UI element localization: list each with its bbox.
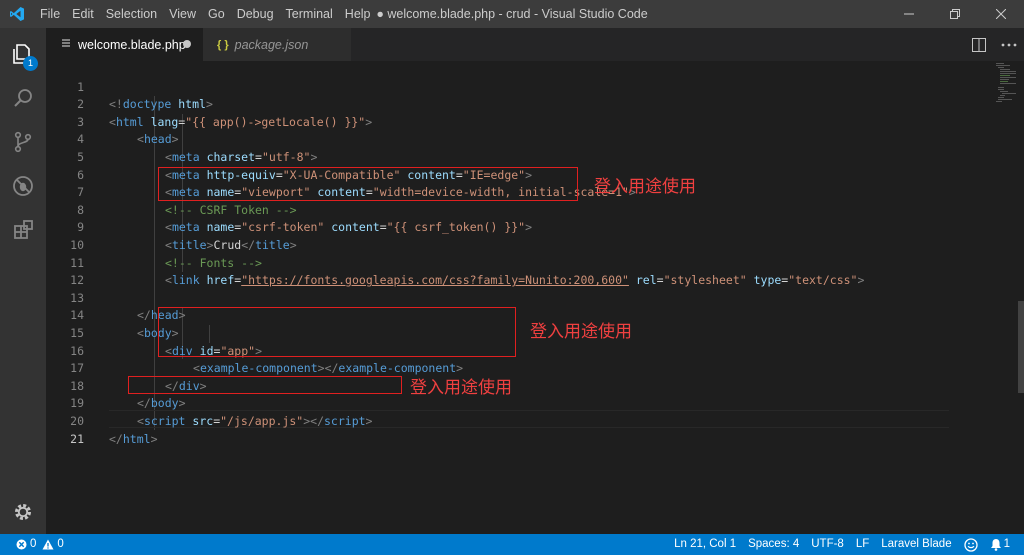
tab-welcome-blade[interactable]: welcome.blade.php — [46, 28, 203, 61]
annotation-label: 登入用途使用 — [530, 322, 632, 342]
error-count: 0 — [30, 538, 37, 550]
cursor-position[interactable]: Ln 21, Col 1 — [668, 534, 742, 555]
editor-actions — [964, 28, 1024, 61]
code-line: 20 </html> — [46, 395, 946, 446]
php-file-icon — [60, 37, 72, 52]
close-icon — [996, 9, 1006, 19]
language-mode[interactable]: Laravel Blade — [875, 534, 957, 555]
code-line: 4 <meta charset="utf-8"> — [46, 114, 946, 164]
gear-icon — [15, 504, 31, 520]
annotation-box-app — [158, 307, 516, 357]
menu-help[interactable]: Help — [339, 0, 377, 28]
debug-icon — [13, 176, 33, 196]
code-line: 21 — [46, 413, 946, 446]
activity-bar: 1 — [0, 28, 46, 534]
smiley-icon — [963, 537, 978, 552]
menu-view[interactable]: View — [163, 0, 202, 28]
activity-source-control[interactable] — [0, 120, 46, 164]
code-line: 11 <link href="https://fonts.googleapis.… — [46, 237, 946, 288]
annotation-label: 登入用途使用 — [594, 177, 696, 197]
split-editor-button[interactable] — [964, 28, 994, 61]
code-line: 14 <body> — [46, 290, 946, 340]
tab-label: welcome.blade.php — [78, 37, 186, 52]
annotation-box-script — [128, 376, 402, 394]
vscode-logo-icon — [0, 0, 34, 28]
annotation-box-csrf — [158, 167, 578, 201]
indentation-status[interactable]: Spaces: 4 — [742, 534, 805, 555]
window-controls — [886, 0, 1024, 28]
code-line: 9 <title>Crud</title> — [46, 202, 946, 252]
source-control-icon — [14, 131, 32, 153]
search-icon — [14, 89, 32, 107]
menu-edit[interactable]: Edit — [66, 0, 100, 28]
menu-debug[interactable]: Debug — [231, 0, 280, 28]
line-number: 21 — [70, 431, 84, 446]
menu-bar: File Edit Selection View Go Debug Termin… — [34, 0, 377, 28]
more-actions-button[interactable] — [994, 28, 1024, 61]
activity-manage[interactable] — [0, 490, 46, 534]
tab-label: package.json — [234, 37, 309, 52]
annotation-label: 登入用途使用 — [410, 378, 512, 398]
close-button[interactable] — [978, 0, 1024, 28]
menu-selection[interactable]: Selection — [100, 0, 163, 28]
menu-file[interactable]: File — [34, 0, 66, 28]
explorer-badge: 1 — [23, 56, 38, 71]
code-line: 6 <meta name="viewport" content="width=d… — [46, 149, 946, 200]
code-line: 5 <meta http-equiv="X-UA-Compatible" con… — [46, 131, 946, 182]
title-bar: File Edit Selection View Go Debug Termin… — [0, 0, 1024, 28]
menu-go[interactable]: Go — [202, 0, 231, 28]
activity-extensions[interactable] — [0, 208, 46, 252]
encoding-status[interactable]: UTF-8 — [805, 534, 850, 555]
feedback-button[interactable] — [958, 534, 984, 555]
code-line: 3 <head> — [46, 96, 946, 147]
tab-package-json[interactable]: { } package.json — [203, 28, 351, 61]
extensions-icon — [14, 220, 33, 239]
error-icon — [16, 539, 27, 550]
status-bar: 0 0 Ln 21, Col 1 Spaces: 4 UTF-8 LF Lara… — [0, 534, 1024, 555]
json-file-icon: { } — [217, 38, 229, 51]
activity-search[interactable] — [0, 76, 46, 120]
minimize-button[interactable] — [886, 0, 932, 28]
split-editor-icon — [972, 37, 986, 52]
unsaved-dot-icon[interactable] — [183, 40, 191, 48]
code-line: 13 </head> — [46, 272, 946, 323]
code-line: 12 — [46, 255, 946, 287]
code-line: 1 <!doctype html> — [46, 61, 946, 112]
activity-debug[interactable] — [0, 164, 46, 208]
line-text: </html> — [109, 431, 158, 446]
minimize-icon — [904, 13, 914, 15]
code-editor[interactable]: 1 <!doctype html> 2 <html lang="{{ app()… — [46, 61, 1024, 534]
code-line: 10 <!-- Fonts --> — [46, 219, 946, 270]
vertical-scrollbar[interactable] — [1016, 61, 1024, 534]
menu-terminal[interactable]: Terminal — [280, 0, 339, 28]
code-line: 2 <html lang="{{ app()->getLocale() }}"> — [46, 79, 946, 129]
notifications-button[interactable]: 1 — [984, 534, 1016, 555]
bell-icon — [990, 539, 1001, 551]
more-icon — [1001, 43, 1017, 46]
restore-button[interactable] — [932, 0, 978, 28]
activity-explorer[interactable]: 1 — [0, 32, 46, 76]
restore-icon — [950, 9, 960, 19]
eol-status[interactable]: LF — [850, 534, 875, 555]
warning-icon — [42, 539, 54, 550]
problems-status[interactable]: 0 0 — [10, 534, 70, 555]
notification-count: 1 — [1003, 538, 1010, 550]
warning-count: 0 — [57, 538, 64, 550]
tab-bar: welcome.blade.php { } package.json — [46, 28, 1024, 61]
scrollbar-thumb[interactable] — [1018, 301, 1024, 393]
